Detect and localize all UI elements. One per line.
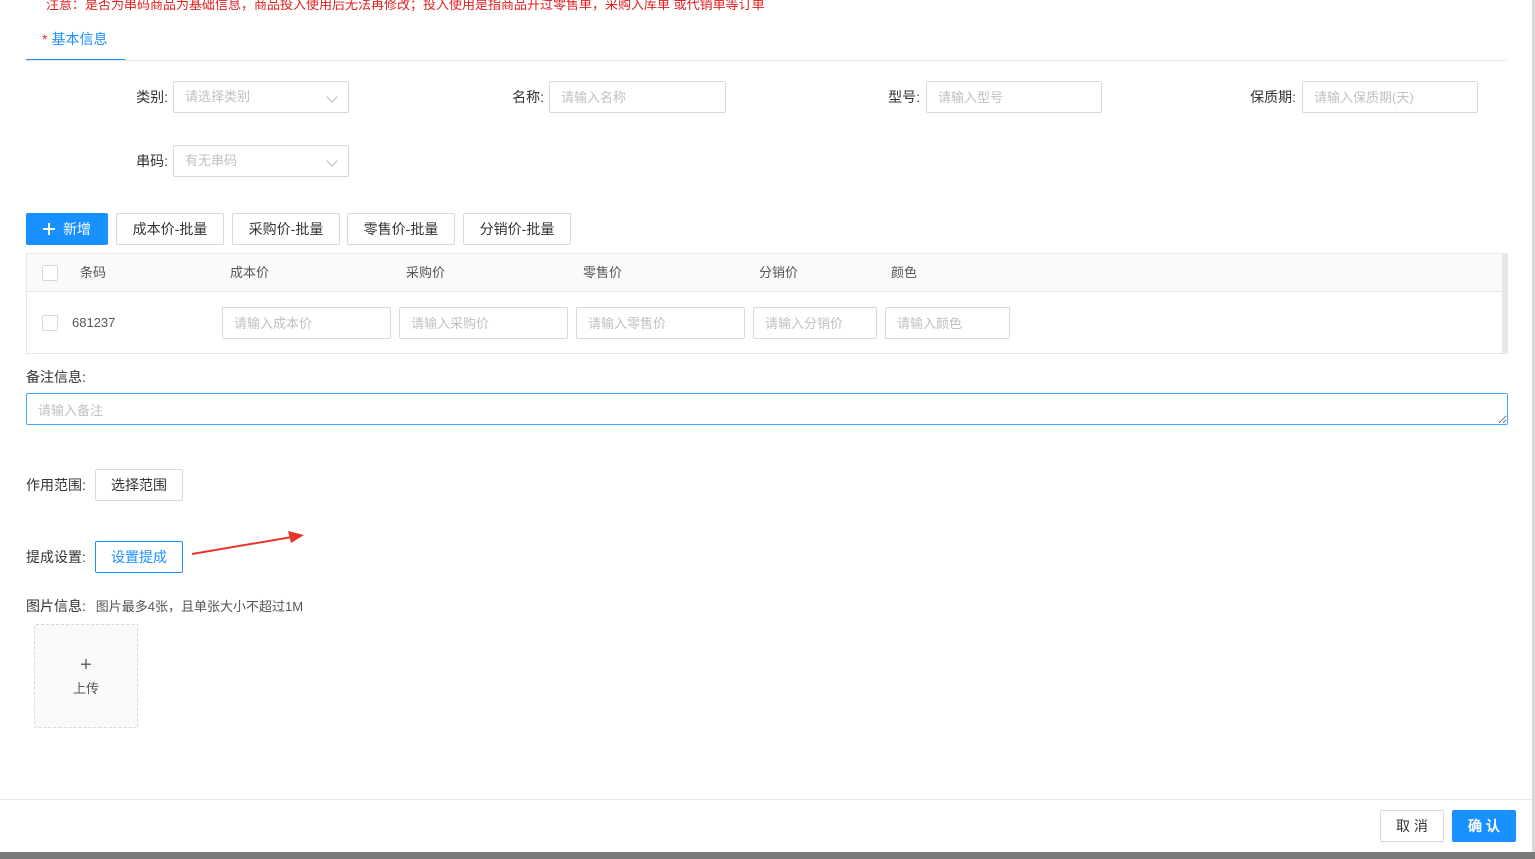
model-label: 型号: [888, 89, 920, 105]
model-input[interactable] [926, 81, 1102, 113]
add-button[interactable]: 新增 [26, 213, 108, 245]
footer-divider [0, 799, 1532, 800]
upload-label: 上传 [72, 681, 99, 696]
column-header-cost: 成本价 [230, 265, 270, 280]
notice-text: 注意：是否为串码商品为基础信息，商品投入使用后无法再修改；投入使用是指商品开过零… [46, 0, 765, 12]
column-header-color: 颜色 [891, 265, 918, 280]
category-placeholder: 请选择类别 [185, 89, 251, 104]
name-label: 名称: [512, 89, 544, 105]
overlay-edge [0, 852, 1535, 859]
image-upload[interactable]: + 上传 [34, 624, 138, 728]
category-label: 类别: [136, 89, 168, 105]
distribution-price-input[interactable] [753, 307, 877, 339]
upload-plus-icon: + [80, 654, 92, 676]
remark-label: 备注信息: [26, 369, 86, 385]
images-hint: 图片最多4张，且单张大小不超过1M [95, 599, 304, 614]
row-barcode: 681237 [72, 315, 116, 330]
scope-label: 作用范围: [26, 477, 86, 493]
table-header: 条码 成本价 采购价 零售价 分销价 颜色 [27, 254, 1502, 292]
commission-label: 提成设置: [26, 549, 86, 565]
name-input[interactable] [549, 81, 726, 113]
serial-placeholder: 有无串码 [185, 153, 238, 168]
images-info: 图片信息: 图片最多4张，且单张大小不超过1M [26, 596, 303, 616]
product-modal: 注意：是否为串码商品为基础信息，商品投入使用后无法再修改；投入使用是指商品开过零… [0, 0, 1532, 852]
retail-batch-button[interactable]: 零售价-批量 [347, 213, 455, 245]
sku-table: 条码 成本价 采购价 零售价 分销价 颜色 681237 [26, 253, 1508, 354]
select-all-checkbox[interactable] [42, 265, 58, 281]
required-mark: * [42, 31, 48, 47]
purchase-batch-button[interactable]: 采购价-批量 [232, 213, 340, 245]
cost-batch-button[interactable]: 成本价-批量 [116, 213, 224, 245]
annotation-arrow-icon [191, 531, 304, 555]
confirm-button[interactable]: 确 认 [1452, 810, 1516, 842]
distribution-batch-button[interactable]: 分销价-批量 [463, 213, 571, 245]
purchase-price-input[interactable] [399, 307, 568, 339]
column-header-purchase: 采购价 [406, 265, 446, 280]
images-label: 图片信息: [26, 598, 86, 614]
chevron-down-icon [326, 91, 338, 103]
column-header-distribution: 分销价 [759, 265, 799, 280]
tab-label: 基本信息 [51, 31, 108, 47]
row-checkbox[interactable] [42, 315, 58, 331]
select-scope-button[interactable]: 选择范围 [95, 469, 183, 501]
plus-icon [43, 223, 55, 235]
add-button-label: 新增 [63, 221, 91, 237]
retail-price-input[interactable] [576, 307, 745, 339]
set-commission-button[interactable]: 设置提成 [95, 541, 183, 573]
shelf-life-label: 保质期: [1250, 89, 1296, 105]
cancel-button[interactable]: 取 消 [1380, 810, 1444, 842]
column-header-barcode: 条码 [80, 265, 107, 280]
tab-divider [26, 60, 1507, 61]
category-select[interactable]: 请选择类别 [173, 81, 349, 113]
serial-select[interactable]: 有无串码 [173, 145, 349, 177]
column-header-retail: 零售价 [583, 265, 623, 280]
shelf-life-input[interactable] [1302, 81, 1478, 113]
cost-price-input[interactable] [222, 307, 391, 339]
color-input[interactable] [885, 307, 1010, 339]
chevron-down-icon [326, 155, 338, 167]
remark-textarea[interactable] [26, 393, 1508, 425]
tab-basic-info[interactable]: * 基本信息 [26, 24, 125, 61]
serial-label: 串码: [136, 153, 168, 169]
